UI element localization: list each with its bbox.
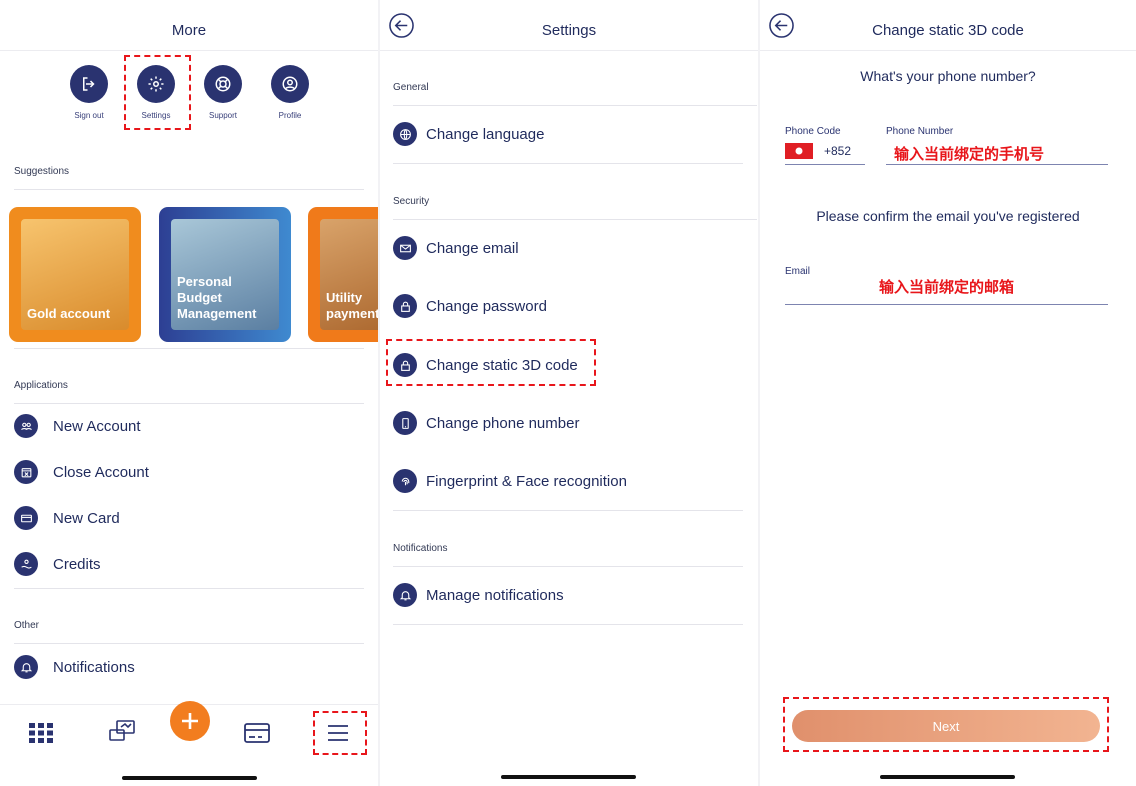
- menu-highlight: [313, 711, 367, 755]
- row-label: New Card: [53, 510, 120, 527]
- row-label: Change password: [426, 298, 547, 315]
- divider: [14, 643, 364, 644]
- phone-code-underline: [785, 164, 865, 165]
- phone-code-select[interactable]: +852: [785, 141, 865, 165]
- sign-out-icon: [83, 77, 95, 91]
- card-icon[interactable]: [244, 723, 270, 748]
- row-label: Notifications: [53, 659, 135, 676]
- email-input[interactable]: 输入当前绑定的邮箱: [785, 272, 1108, 300]
- suggestion-label: Gold account: [27, 306, 111, 321]
- applications-heading: Applications: [14, 380, 68, 391]
- suggestion-label: Utility payment: [326, 290, 378, 321]
- user-icon: [282, 76, 298, 92]
- next-highlight: [783, 697, 1109, 752]
- divider: [393, 510, 743, 511]
- phone-number-underline: [886, 164, 1108, 165]
- support-label: Support: [208, 111, 238, 120]
- phone-number-input[interactable]: 输入当前绑定的手机号: [886, 141, 1108, 163]
- bell-icon: [14, 655, 38, 679]
- home-indicator: [501, 775, 636, 779]
- transfer-icon[interactable]: [108, 719, 136, 748]
- grid-icon[interactable]: [29, 723, 53, 748]
- profile-button[interactable]: [271, 65, 309, 103]
- general-heading: General: [393, 82, 429, 93]
- page-title: Settings: [541, 22, 597, 39]
- settings-highlight: [124, 55, 191, 130]
- row-label: Fingerprint & Face recognition: [426, 473, 627, 490]
- notifications-heading: Notifications: [393, 543, 448, 554]
- divider: [14, 403, 364, 404]
- card-icon: [14, 506, 38, 530]
- email-hint: 输入当前绑定的邮箱: [879, 279, 1015, 296]
- page-title: More: [171, 22, 207, 39]
- suggestion-label: Personal Budget Management: [177, 274, 257, 321]
- row-label: New Account: [53, 418, 141, 435]
- row-label: Close Account: [53, 464, 149, 481]
- suggestion-card-utility[interactable]: Utility payment: [308, 207, 378, 342]
- plus-button[interactable]: [170, 701, 210, 741]
- suggestion-card-gold[interactable]: Gold account: [9, 207, 141, 342]
- security-heading: Security: [393, 196, 430, 207]
- divider: [393, 566, 743, 567]
- plus-icon: [182, 713, 198, 729]
- row-label: Change email: [426, 240, 519, 257]
- divider: [14, 588, 364, 589]
- more-screen: More Sign out Settings Support Profile S…: [0, 0, 378, 786]
- page-title: Change static 3D code: [872, 22, 1024, 39]
- row-label: Change phone number: [426, 415, 580, 432]
- row-label: Credits: [53, 556, 101, 573]
- other-heading: Other: [14, 620, 40, 631]
- home-indicator: [880, 775, 1015, 779]
- users-icon: [14, 414, 38, 438]
- divider: [14, 348, 364, 349]
- divider: [393, 219, 757, 220]
- phone-number-label: Phone Number: [886, 126, 954, 137]
- bottom-nav: [0, 701, 378, 786]
- profile-label: Profile: [278, 111, 302, 120]
- static-3d-code-highlight: [386, 339, 596, 386]
- fingerprint-icon: [393, 469, 417, 493]
- globe-icon: [393, 122, 417, 146]
- envelope-icon: [393, 236, 417, 260]
- header: More: [0, 0, 378, 51]
- header: Settings: [380, 0, 758, 51]
- settings-screen: Settings General Change language Securit…: [380, 0, 758, 786]
- divider: [393, 105, 757, 106]
- suggestions-heading: Suggestions: [14, 166, 70, 177]
- home-indicator: [122, 776, 257, 780]
- sign-out-button[interactable]: [70, 65, 108, 103]
- phone-code-label: Phone Code: [785, 126, 841, 137]
- email-underline: [785, 304, 1108, 305]
- lifebuoy-icon: [215, 76, 231, 92]
- divider: [393, 163, 743, 164]
- phone-code-value: +852: [824, 144, 852, 158]
- row-label: Change language: [426, 126, 545, 143]
- bell-icon: [393, 583, 417, 607]
- hong-kong-flag-icon: [785, 143, 813, 159]
- suggestion-card-budget[interactable]: Personal Budget Management: [159, 207, 291, 342]
- phone-number-hint: 输入当前绑定的手机号: [894, 146, 1045, 163]
- calendar-x-icon: [14, 460, 38, 484]
- divider: [14, 189, 364, 190]
- divider: [393, 624, 743, 625]
- sign-out-label: Sign out: [74, 111, 104, 120]
- phone-icon: [393, 411, 417, 435]
- support-button[interactable]: [204, 65, 242, 103]
- hand-coin-icon: [14, 552, 38, 576]
- header: Change static 3D code: [760, 0, 1136, 51]
- change-3d-code-screen: Change static 3D code What's your phone …: [760, 0, 1136, 786]
- row-label: Manage notifications: [426, 587, 564, 604]
- lock-icon: [393, 294, 417, 318]
- email-prompt: Please confirm the email you've register…: [816, 208, 1080, 224]
- phone-question: What's your phone number?: [860, 68, 1036, 84]
